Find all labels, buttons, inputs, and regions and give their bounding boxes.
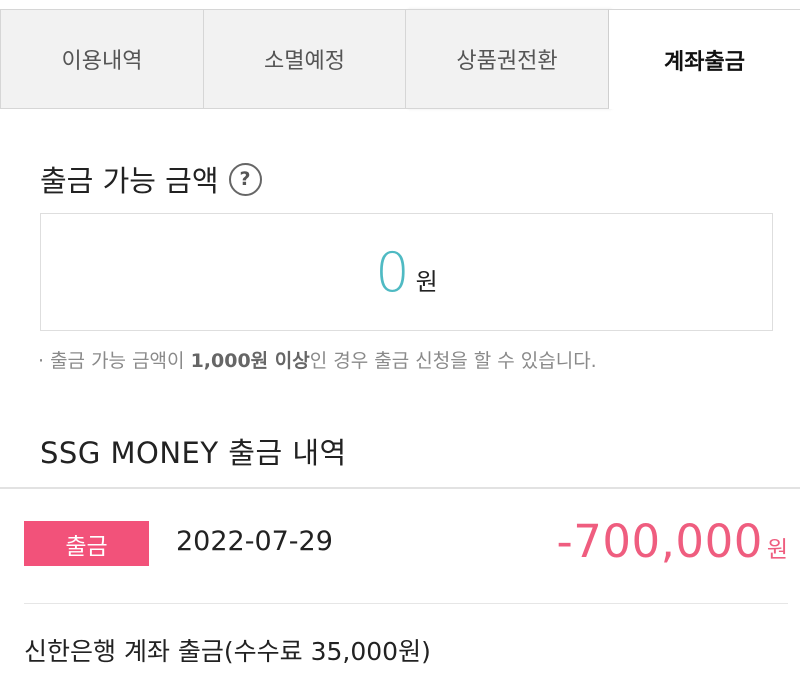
- notice-text-pre: · 출금 가능 금액이: [38, 350, 191, 372]
- withdrawal-badge: 출금: [24, 521, 149, 566]
- available-amount-unit: 원: [415, 267, 438, 296]
- withdrawal-history-title: SSG MONEY 출금 내역: [40, 436, 347, 470]
- notice-text-bold: 1,000원 이상: [190, 350, 310, 372]
- history-amount: -700,000 원: [557, 515, 789, 568]
- tab-usage-history[interactable]: 이용내역: [0, 9, 203, 109]
- tab-bar: 이용내역 소멸예정 상품권전환 계좌출금: [0, 9, 800, 109]
- available-amount-value: 0: [375, 240, 410, 304]
- history-description: 신한은행 계좌 출금(수수료 35,000원): [24, 637, 431, 666]
- notice-text-post: 인 경우 출금 신청을 할 수 있습니다.: [309, 350, 597, 372]
- available-amount-title: 출금 가능 금액: [40, 164, 219, 198]
- tab-expiring[interactable]: 소멸예정: [203, 9, 405, 109]
- divider: [0, 487, 800, 489]
- history-date: 2022-07-29: [176, 526, 333, 557]
- tab-gift-card-conversion[interactable]: 상품권전환: [405, 9, 609, 109]
- question-icon[interactable]: ?: [228, 162, 262, 196]
- tab-account-withdrawal[interactable]: 계좌출금: [609, 9, 800, 109]
- history-amount-unit: 원: [766, 537, 788, 563]
- history-amount-value: -700,000: [556, 515, 763, 568]
- available-amount-box: 0 원: [40, 213, 773, 331]
- available-amount-heading: 출금 가능 금액 ?: [40, 158, 262, 200]
- item-divider: [24, 603, 788, 604]
- withdrawal-notice: · 출금 가능 금액이 1,000원 이상인 경우 출금 신청을 할 수 있습니…: [38, 346, 597, 373]
